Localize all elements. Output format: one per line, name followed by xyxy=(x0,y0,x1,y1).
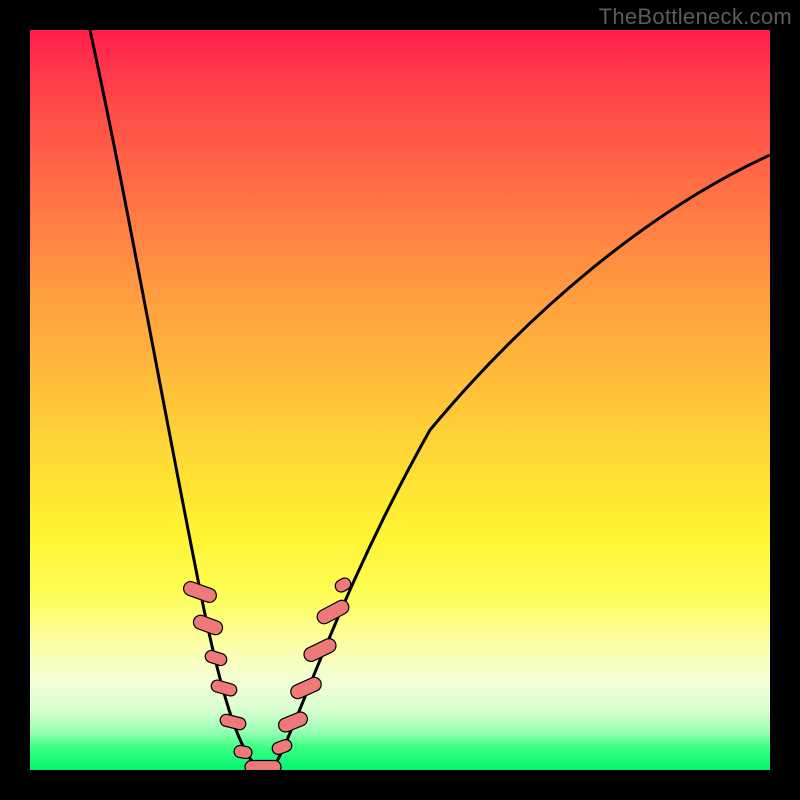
watermark-text: TheBottleneck.com xyxy=(599,4,792,30)
plot-area xyxy=(30,30,770,770)
bottleneck-curve xyxy=(30,30,770,770)
chart-frame: TheBottleneck.com xyxy=(0,0,800,800)
marker xyxy=(219,713,247,731)
marker xyxy=(233,745,253,760)
marker-group xyxy=(182,576,353,770)
marker xyxy=(315,598,352,626)
marker xyxy=(204,649,229,667)
marker xyxy=(245,761,281,771)
marker xyxy=(276,710,309,734)
curve-right-branch xyxy=(274,155,770,767)
marker xyxy=(271,738,294,756)
curve-left-branch xyxy=(90,30,258,768)
marker xyxy=(210,679,238,698)
